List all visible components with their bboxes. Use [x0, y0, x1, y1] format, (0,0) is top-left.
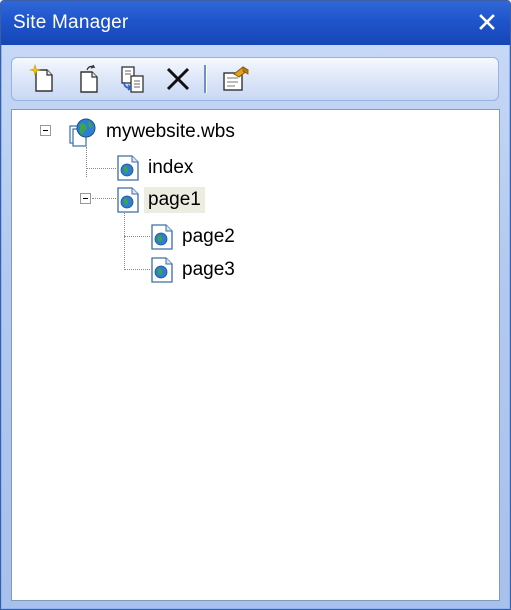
web-page-icon: [117, 155, 139, 181]
new-page-button[interactable]: [26, 62, 60, 96]
toolbar: [11, 57, 499, 101]
properties-icon: [223, 66, 249, 91]
tree-connector: [86, 147, 87, 177]
tree-node-root[interactable]: mywebsite.wbs: [66, 117, 239, 147]
delete-icon: [166, 67, 190, 91]
close-icon: [479, 14, 495, 30]
new-folder-button[interactable]: [71, 62, 105, 96]
tree-node-label: mywebsite.wbs: [106, 121, 235, 142]
tree-node-label: page3: [182, 259, 235, 280]
new-folder-icon: [80, 64, 98, 93]
delete-button[interactable]: [161, 62, 195, 96]
tree-connector: [124, 236, 150, 237]
page1-collapse-toggle[interactable]: [80, 193, 91, 204]
tree-connector: [86, 168, 116, 169]
web-page-icon: [151, 257, 173, 283]
site-manager-panel: Site Manager mywebsite.wbs index page1 p…: [0, 0, 511, 610]
panel-title: Site Manager: [13, 12, 129, 33]
tree-node-label: page1: [144, 187, 205, 213]
close-button[interactable]: [474, 9, 500, 35]
properties-button[interactable]: [219, 62, 253, 96]
tree-node-page2[interactable]: page2: [150, 222, 239, 252]
tree-node-page1[interactable]: page1: [116, 185, 205, 215]
tree-node-index[interactable]: index: [116, 153, 197, 183]
website-globe-icon: [69, 118, 96, 147]
new-page-icon: [28, 64, 53, 92]
tree-node-label: page2: [182, 226, 235, 247]
site-tree[interactable]: mywebsite.wbs index page1 page2 page3: [11, 109, 500, 601]
tree-connector: [124, 269, 150, 270]
tree-connector: [92, 198, 116, 199]
tree-node-page3[interactable]: page3: [150, 255, 239, 285]
copy-page-icon: [121, 66, 144, 93]
toolbar-separator: [204, 65, 207, 93]
web-page-icon: [151, 224, 173, 250]
tree-connector: [124, 210, 125, 270]
root-collapse-toggle[interactable]: [40, 125, 51, 136]
tree-node-label: index: [148, 157, 194, 178]
copy-page-button[interactable]: [116, 62, 150, 96]
title-bar: Site Manager: [1, 1, 510, 45]
web-page-icon: [117, 187, 139, 213]
